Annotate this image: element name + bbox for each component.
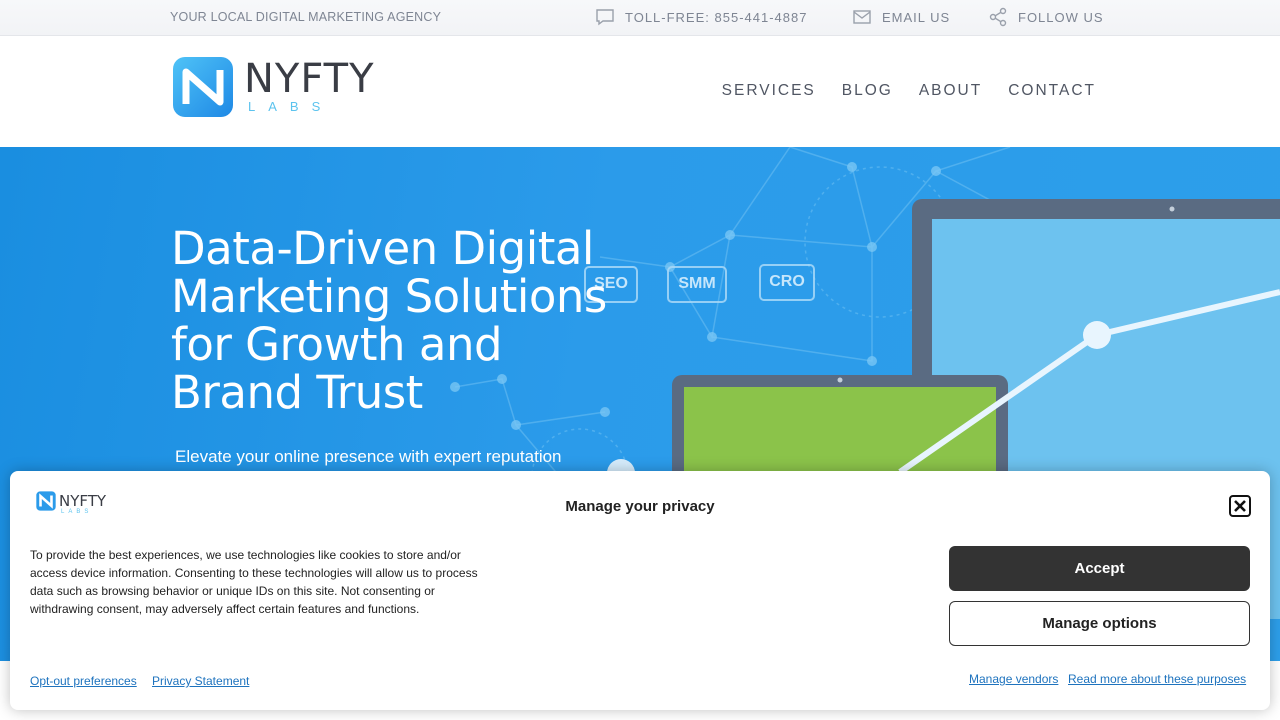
read-more-link[interactable]: Read more about these purposes [1068,672,1246,686]
site-header: NYFTY LABS SERVICES BLOG ABOUT CONTACT [0,36,1280,147]
hero-heading: Data-Driven Digital Marketing Solutions … [171,222,607,419]
accept-button[interactable]: Accept [949,546,1250,591]
mail-icon [853,10,871,24]
main-nav: SERVICES BLOG ABOUT CONTACT [722,82,1096,100]
privacy-modal: NYFTY LABS Manage your privacy To provid… [10,471,1270,710]
share-icon [989,7,1007,27]
tag-smm: SMM [678,275,716,292]
modal-title: Manage your privacy [565,498,715,515]
logo-mark-icon [173,57,233,117]
top-bar: YOUR LOCAL DIGITAL MARKETING AGENCY TOLL… [0,0,1280,36]
logo-brand: NYFTY [244,55,375,102]
nav-contact[interactable]: CONTACT [1008,82,1096,100]
nav-about[interactable]: ABOUT [919,82,982,100]
phone-label: TOLL-FREE: 855-441-4887 [625,9,808,25]
opt-out-link[interactable]: Opt-out preferences [30,674,137,688]
hero-lead: Elevate your online presence with expert… [175,447,562,466]
manage-options-button[interactable]: Manage options [949,601,1250,646]
follow-label: FOLLOW US [1018,9,1104,25]
follow-link[interactable]: FOLLOW US [988,7,1104,27]
privacy-statement-link[interactable]: Privacy Statement [152,674,249,688]
close-button[interactable] [1229,495,1251,517]
email-link[interactable]: EMAIL US [852,7,950,27]
nav-blog[interactable]: BLOG [842,82,893,100]
tag-cro: CRO [769,273,805,290]
nav-services[interactable]: SERVICES [722,82,816,100]
manage-vendors-link[interactable]: Manage vendors [969,672,1058,686]
privacy-text: To provide the best experiences, we use … [30,548,478,616]
agency-tagline: YOUR LOCAL DIGITAL MARKETING AGENCY [170,10,442,24]
chat-icon [596,9,614,26]
site-logo[interactable]: NYFTY LABS [172,56,375,118]
phone-link[interactable]: TOLL-FREE: 855-441-4887 [595,7,807,27]
close-icon [1234,500,1246,512]
email-label: EMAIL US [882,9,951,25]
